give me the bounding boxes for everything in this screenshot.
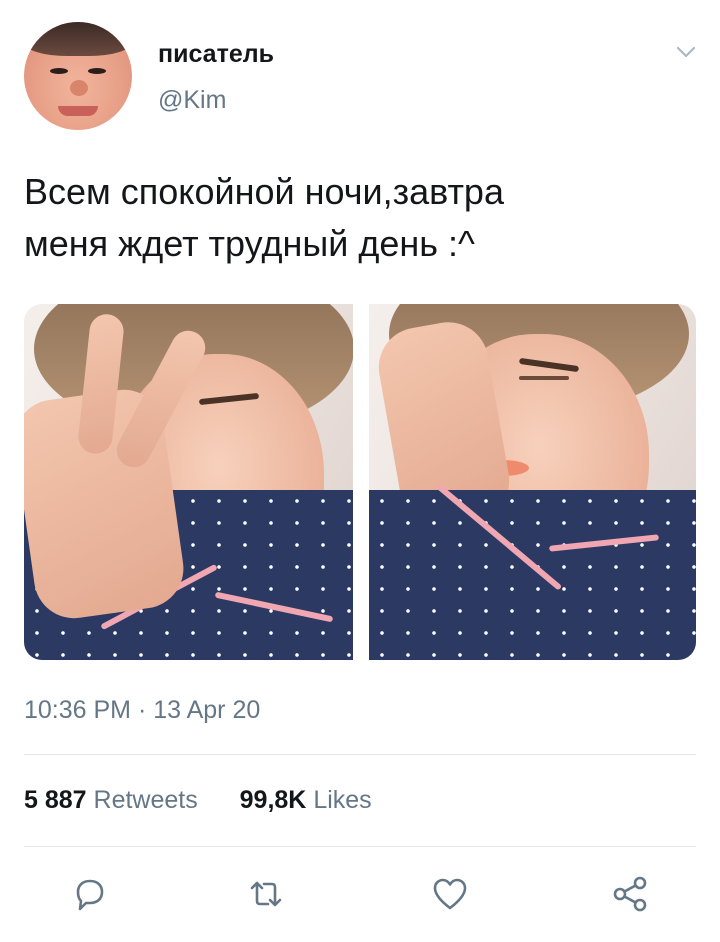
- author-display-name[interactable]: писатель: [158, 40, 274, 69]
- tweet-photo[interactable]: [369, 304, 696, 660]
- avatar-mouth: [58, 106, 98, 116]
- retweets-stat[interactable]: 5 887 Retweets: [24, 786, 205, 814]
- reply-icon[interactable]: [70, 874, 110, 914]
- author-handle[interactable]: @Kim: [158, 86, 226, 115]
- avatar-nose: [70, 80, 88, 96]
- media-grid: [24, 304, 696, 660]
- avatar-eye: [88, 68, 106, 74]
- likes-label: Likes: [313, 786, 372, 814]
- tweet-timestamp[interactable]: 10:36 PM · 13 Apr 20: [24, 696, 260, 725]
- tweet-stats: 5 887 Retweets 99,8K Likes: [24, 786, 372, 815]
- divider: [24, 846, 696, 847]
- tweet-text-line: меня ждет трудный день :^: [24, 223, 475, 264]
- avatar-hair: [24, 22, 132, 56]
- avatar-eye: [50, 68, 68, 74]
- chevron-down-icon[interactable]: [674, 40, 698, 64]
- photo-closed-eye: [519, 376, 569, 380]
- divider: [24, 754, 696, 755]
- share-icon[interactable]: [610, 874, 650, 914]
- retweet-icon[interactable]: [246, 874, 286, 914]
- tweet-photo[interactable]: [24, 304, 353, 660]
- tweet-text-line: Всем спокойной ночи,завтра: [24, 171, 504, 212]
- tweet-actions: [0, 866, 720, 922]
- likes-stat[interactable]: 99,8K Likes: [240, 786, 372, 814]
- like-icon[interactable]: [430, 874, 470, 914]
- avatar[interactable]: [24, 22, 132, 130]
- retweets-label: Retweets: [93, 786, 198, 814]
- likes-count: 99,8K: [239, 786, 307, 814]
- tweet-text: Всем спокойной ночи,завтра меня ждет тру…: [24, 166, 694, 270]
- retweets-count: 5 887: [24, 786, 87, 814]
- photo-shirt: [369, 490, 696, 660]
